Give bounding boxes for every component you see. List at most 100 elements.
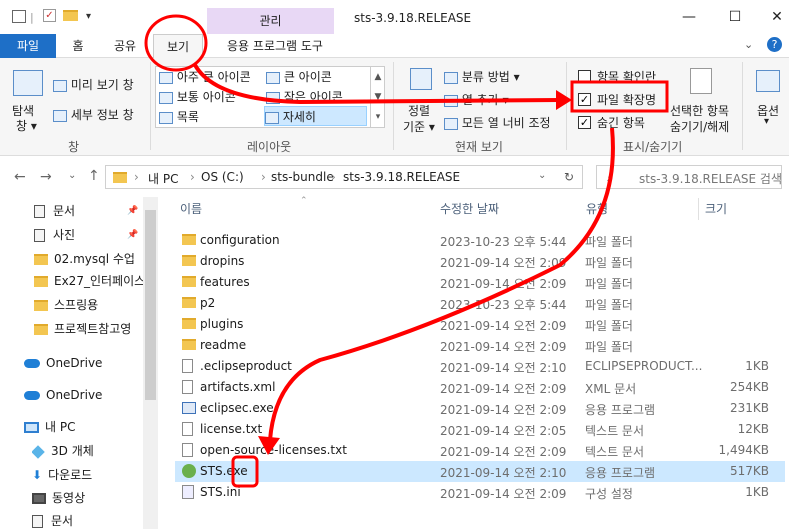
tab-home[interactable]: 홈 (60, 34, 96, 58)
file-extension-toggle[interactable]: ✓ (578, 93, 591, 106)
breadcrumb-chevron-icon[interactable]: › (331, 170, 336, 184)
column-header-size[interactable]: 크기 (705, 200, 727, 224)
help-icon[interactable]: ? (767, 37, 782, 52)
file-row[interactable]: STS.exe 2021-09-14 오전 2:10 응용 프로그램 517KB (175, 461, 785, 482)
layout-details[interactable]: 자세히 (264, 106, 367, 126)
file-row[interactable]: open-source-licenses.txt 2021-09-14 오전 2:… (175, 440, 785, 461)
column-header-name[interactable]: 이름 (180, 200, 202, 224)
hidden-items-toggle[interactable]: ✓ (578, 116, 591, 129)
hide-selected-label[interactable]: 선택한 항목 (670, 102, 729, 119)
nav-item[interactable]: 02.mysql 수업 (34, 248, 184, 270)
nav-item[interactable]: 동영상 (32, 487, 182, 509)
pin-icon[interactable]: 📌 (127, 200, 138, 222)
group-by-button[interactable]: 분류 방법 ▾ (444, 68, 520, 85)
recent-locations-icon[interactable]: ⌄ (68, 170, 76, 181)
file-row[interactable]: license.txt 2021-09-14 오전 2:05 텍스트 문서 12KB (175, 419, 785, 440)
column-divider[interactable] (698, 198, 699, 220)
minimize-button[interactable]: — (674, 6, 704, 28)
file-row[interactable]: STS.ini 2021-09-14 오전 2:09 구성 설정 1KB (175, 482, 785, 503)
options-icon[interactable] (756, 70, 780, 92)
preview-pane-label: 미리 보기 창 (70, 78, 134, 92)
new-folder-icon[interactable] (63, 10, 78, 21)
file-row[interactable]: dropins 2021-09-14 오전 2:09 파일 폴더 (175, 251, 785, 272)
tab-file[interactable]: 파일 (0, 34, 56, 58)
sort-by-icon[interactable] (410, 68, 432, 90)
nav-item[interactable]: ⬇ 다운로드 (32, 464, 182, 486)
search-box[interactable]: ⌕ sts-3.9.18.RELEASE 검색 (596, 165, 782, 189)
item-checkbox-toggle[interactable] (578, 70, 591, 83)
search-input[interactable]: sts-3.9.18.RELEASE 검색 (639, 170, 782, 187)
sort-by-label-2[interactable]: 기준 ▾ (403, 118, 435, 135)
file-row[interactable]: configuration 2023-10-23 오후 5:44 파일 폴더 (175, 230, 785, 251)
details-pane-button[interactable]: 세부 정보 창 (53, 106, 134, 123)
properties-icon[interactable]: ✓ (43, 9, 56, 22)
column-header-type[interactable]: 유형 (586, 200, 608, 224)
nav-item[interactable]: 스프링용 (34, 294, 184, 316)
column-header-date[interactable]: 수정한 날짜 (440, 200, 499, 224)
file-name: STS.ini (200, 485, 241, 499)
layout-small-icons[interactable]: 작은 아이콘 (266, 87, 343, 107)
document-icon (32, 515, 43, 528)
nav-item-label: OneDrive (46, 356, 103, 370)
nav-item[interactable]: 사진 📌 (34, 224, 184, 246)
breadcrumb-chevron-icon[interactable]: › (190, 170, 195, 184)
folder-icon (34, 324, 48, 335)
address-dropdown-icon[interactable]: ⌄ (538, 170, 546, 181)
nav-item[interactable]: 프로젝트참고영 (34, 318, 184, 340)
file-type: 응용 프로그램 (585, 466, 656, 480)
ribbon-collapse-icon[interactable]: ⌄ (744, 38, 753, 51)
file-name: eclipsec.exe (200, 401, 274, 415)
refresh-icon[interactable]: ↻ (564, 170, 574, 184)
breadcrumb-drive[interactable]: OS (C:) (201, 170, 244, 184)
file-row[interactable]: artifacts.xml 2021-09-14 오전 2:09 XML 문서 254… (175, 377, 785, 398)
tab-share[interactable]: 공유 (103, 34, 147, 58)
breadcrumb-this-pc[interactable]: 내 PC (148, 170, 178, 187)
document-icon (182, 443, 193, 457)
file-row[interactable]: eclipsec.exe 2021-09-14 오전 2:09 응용 프로그램 231… (175, 398, 785, 419)
details-pane-label: 세부 정보 창 (70, 108, 134, 122)
quick-access-dropdown-icon[interactable]: ▾ (86, 11, 91, 22)
hide-selected-icon[interactable] (690, 68, 712, 94)
breadcrumb-chevron-icon[interactable]: › (134, 170, 139, 184)
layout-list[interactable]: 목록 (159, 107, 199, 127)
sort-by-label[interactable]: 정렬 (408, 102, 430, 119)
navigation-pane-icon[interactable] (13, 70, 43, 96)
pin-icon[interactable]: 📌 (127, 224, 138, 246)
layout-medium-icons[interactable]: 보통 아이콘 (159, 87, 236, 107)
nav-item[interactable]: 문서 📌 (34, 200, 184, 222)
layout-large-icons[interactable]: 큰 아이콘 (266, 67, 332, 87)
breadcrumb-sts-bundle[interactable]: sts-bundle (271, 170, 334, 184)
nav-item[interactable]: 문서 (32, 510, 182, 529)
manage-tab[interactable]: 관리 (207, 8, 334, 34)
back-icon[interactable]: ← (14, 169, 26, 185)
hide-selected-label-2[interactable]: 숨기기/해제 (670, 118, 729, 135)
file-row[interactable]: .eclipseproduct 2021-09-14 오전 2:10 ECLIPSE… (175, 356, 785, 377)
file-row[interactable]: plugins 2021-09-14 오전 2:09 파일 폴더 (175, 314, 785, 335)
forward-icon[interactable]: → (40, 169, 52, 185)
tab-view[interactable]: 보기 (153, 34, 203, 58)
file-row[interactable]: readme 2021-09-14 오전 2:09 파일 폴더 (175, 335, 785, 356)
file-extension-label: 파일 확장명 (597, 93, 657, 107)
file-row[interactable]: p2 2023-10-23 오후 5:44 파일 폴더 (175, 293, 785, 314)
layout-extra-large-icons[interactable]: 아주 큰 아이콘 (159, 67, 251, 87)
close-button[interactable]: ✕ (762, 6, 789, 28)
breadcrumb-chevron-icon[interactable]: › (261, 170, 266, 184)
fit-columns-button[interactable]: 모든 열 너비 조정 (444, 114, 551, 131)
nav-item[interactable]: Ex27_인터페이스 (34, 270, 184, 292)
divider (742, 62, 743, 150)
nav-scroll-thumb[interactable] (145, 210, 156, 400)
preview-pane-button[interactable]: 미리 보기 창 (53, 76, 134, 93)
tab-app-tools[interactable]: 응용 프로그램 도구 (212, 34, 338, 58)
ribbon-tabs: 파일 홈 공유 보기 응용 프로그램 도구 ⌄ ? (0, 34, 789, 58)
large-icons-icon (266, 71, 280, 84)
options-dropdown-icon[interactable]: ▾ (764, 116, 769, 127)
layout-scroll[interactable]: ▲ ▼ ▾ (370, 67, 385, 127)
maximize-button[interactable]: ☐ (720, 6, 750, 28)
nav-item[interactable]: 3D 개체 (32, 440, 182, 462)
add-columns-button[interactable]: 열 추가 ▾ (444, 91, 509, 108)
navigation-pane-label-2[interactable]: 창 ▾ (16, 117, 37, 134)
breadcrumb-current[interactable]: sts-3.9.18.RELEASE (343, 170, 460, 184)
address-bar[interactable]: › 내 PC › OS (C:) › sts-bundle › sts-3.9.… (105, 165, 583, 189)
file-row[interactable]: features 2021-09-14 오전 2:09 파일 폴더 (175, 272, 785, 293)
up-icon[interactable]: ↑ (88, 168, 100, 184)
